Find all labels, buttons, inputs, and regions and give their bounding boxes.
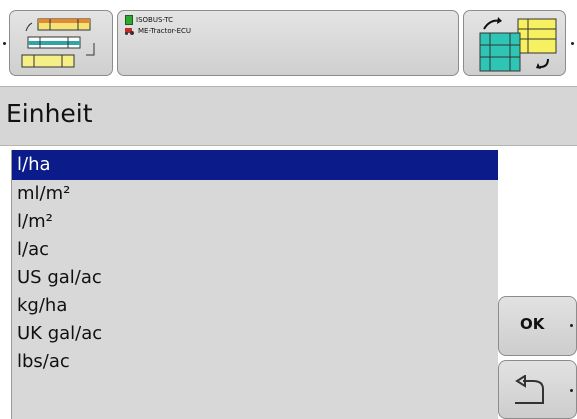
page-header: Einheit [0,86,577,146]
right-softkey-indicator [571,42,574,45]
job-navigation-softkey[interactable] [9,10,113,76]
back-arrow-icon [511,374,547,407]
list-item[interactable]: US gal/ac [12,264,498,292]
list-item[interactable]: l/m² [12,208,498,236]
page-title: Einheit [6,99,93,128]
top-bar: ISOBUS-TC ME-Tractor-ECU [0,0,577,82]
unit-list[interactable]: l/ha ml/m² l/m² l/ac US gal/ac kg/ha UK … [11,150,498,419]
ok-softkey-indicator [570,324,573,327]
info-line2: ME-Tractor-ECU [138,27,192,35]
ok-label: OK [520,315,545,333]
file-icon [125,15,133,25]
ecu-info-panel: ISOBUS-TC ME-Tractor-ECU [117,10,459,76]
tractor-icon [125,27,135,35]
list-item[interactable]: kg/ha [12,292,498,320]
info-line1: ISOBUS-TC [136,16,174,24]
back-softkey-indicator [570,389,573,392]
list-item[interactable]: l/ac [12,236,498,264]
ok-button[interactable]: OK [498,296,577,356]
left-softkey-indicator [3,42,6,45]
section-switch-icon [472,15,560,73]
list-item[interactable]: ml/m² [12,180,498,208]
list-item[interactable]: UK gal/ac [12,320,498,348]
section-switch-softkey[interactable] [463,10,566,76]
job-navigation-icon [18,15,106,71]
list-item-selected[interactable]: l/ha [12,150,498,180]
list-item[interactable]: lbs/ac [12,348,498,376]
back-button[interactable] [498,360,577,419]
